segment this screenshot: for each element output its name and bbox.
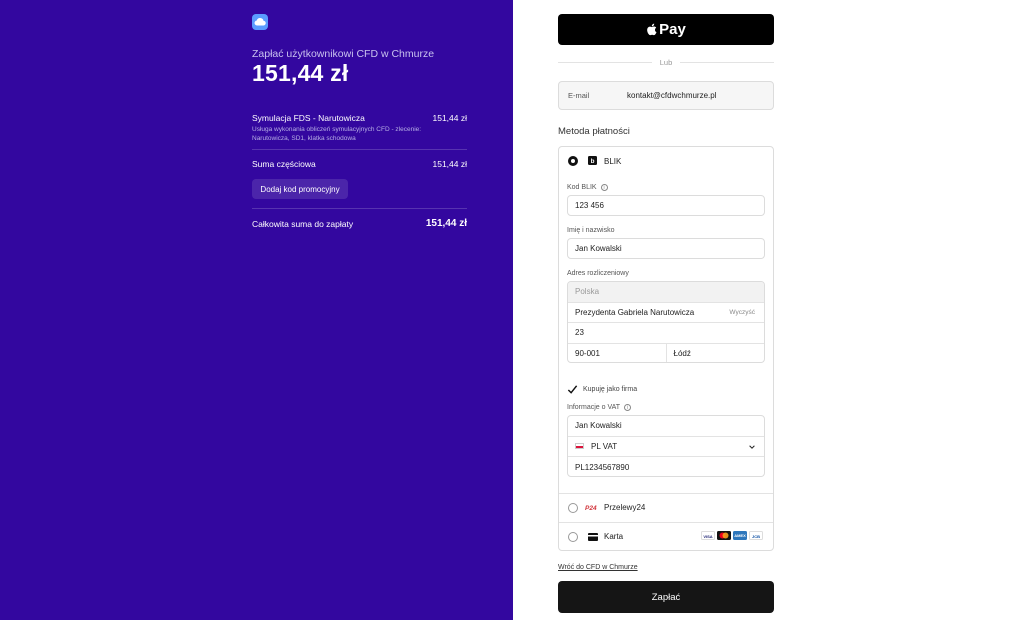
email-field[interactable]: E-mail kontakt@cfdwchmurze.pl — [558, 81, 774, 110]
visa-icon: VISA — [701, 531, 715, 540]
przelewy24-radio[interactable] — [568, 503, 578, 513]
apple-icon — [647, 23, 657, 36]
svg-text:b: b — [591, 158, 595, 165]
vat-info-label: Informacje o VAT i — [567, 404, 632, 411]
cloud-icon — [252, 14, 268, 30]
blik-radio[interactable] — [568, 156, 578, 166]
street-value: Prezydenta Gabriela Narutowicza — [575, 307, 695, 317]
postal-city-row: 90-001 Łódź — [568, 343, 765, 363]
pay-to-label: Zapłać użytkownikowi CFD w Chmurze — [252, 48, 435, 60]
payment-method-title: Metoda płatności — [558, 126, 630, 137]
item-description: Usługa wykonania obliczeń symulacyjnych … — [252, 126, 422, 142]
apple-pay-button[interactable]: Pay — [558, 14, 774, 45]
checkout-panel: Pay Lub E-mail kontakt@cfdwchmurze.pl Me… — [513, 0, 1024, 620]
info-icon[interactable]: i — [600, 184, 608, 191]
back-link[interactable]: Wróć do CFD w Chmurze — [558, 564, 638, 571]
chevron-down-icon — [749, 445, 755, 449]
poland-flag-icon — [575, 443, 584, 450]
email-label: E-mail — [568, 91, 590, 100]
vat-info: Jan Kowalski PL VAT PL1234567890 — [567, 415, 765, 477]
przelewy24-label: Przelewy24 — [604, 503, 646, 512]
card-radio[interactable] — [568, 532, 578, 542]
subtotal-label: Suma częściowa — [252, 159, 316, 169]
credit-card-icon — [588, 533, 598, 541]
divider — [252, 149, 467, 150]
card-brands: VISA AMEX JCB — [701, 531, 763, 540]
blik-code-label: Kod BLIK i — [567, 184, 608, 191]
total-row: Całkowita suma do zapłaty 151,44 zł — [252, 218, 467, 229]
total-value: 151,44 zł — [425, 218, 467, 229]
city-input[interactable]: Łódź — [667, 344, 765, 363]
divider — [559, 493, 773, 494]
subtotal-row: Suma częściowa 151,44 zł — [252, 159, 467, 169]
apple-pay-label: Pay — [659, 21, 686, 38]
company-checkbox[interactable] — [567, 384, 578, 395]
line-item: Symulacja FDS - Narutowicza 151,44 zł Us… — [252, 113, 467, 143]
divider — [252, 208, 467, 209]
name-input[interactable]: Jan Kowalski — [567, 238, 765, 259]
clear-address-button[interactable]: Wyczyść — [729, 309, 755, 316]
mastercard-icon — [717, 531, 731, 540]
add-promo-code-button[interactable]: Dodaj kod promocyjny — [252, 179, 348, 199]
svg-text:P24: P24 — [585, 505, 597, 512]
billing-address: Polska Prezydenta Gabriela Narutowicza W… — [567, 281, 765, 363]
blik-icon: b — [588, 156, 597, 165]
total-amount-header: 151,44 zł — [252, 60, 349, 86]
jcb-icon: JCB — [749, 531, 763, 540]
payment-methods: b BLIK Kod BLIK i 123 456 Imię i nazwisko… — [558, 146, 774, 551]
order-summary-panel: Zapłać użytkownikowi CFD w Chmurze 151,4… — [0, 0, 513, 620]
street-input[interactable]: Prezydenta Gabriela Narutowicza Wyczyść — [568, 303, 764, 323]
email-value: kontakt@cfdwchmurze.pl — [627, 91, 717, 100]
or-divider: Lub — [558, 58, 775, 67]
blik-label: BLIK — [604, 157, 622, 166]
total-label: Całkowita suma do zapłaty — [252, 218, 354, 229]
blik-code-input[interactable]: 123 456 — [567, 195, 765, 216]
info-icon[interactable]: i — [624, 404, 632, 411]
or-label: Lub — [659, 58, 673, 67]
postal-code-input[interactable]: 90-001 — [568, 343, 667, 362]
card-label: Karta — [604, 532, 624, 541]
item-name: Symulacja FDS - Narutowicza — [252, 113, 365, 123]
name-label: Imię i nazwisko — [567, 227, 615, 234]
amex-icon: AMEX — [733, 531, 747, 540]
item-price: 151,44 zł — [432, 113, 468, 123]
przelewy24-icon: P24 — [585, 505, 597, 512]
subtotal-value: 151,44 zł — [432, 159, 468, 169]
vat-number-input[interactable]: PL1234567890 — [568, 457, 764, 476]
vat-type-select[interactable]: PL VAT — [568, 437, 764, 458]
vat-type-value: PL VAT — [591, 441, 618, 451]
divider — [559, 522, 773, 523]
pay-button[interactable]: Zapłać — [558, 581, 774, 613]
vat-name-input[interactable]: Jan Kowalski — [568, 416, 764, 437]
billing-address-label: Adres rozliczeniowy — [567, 270, 629, 277]
company-checkbox-label: Kupuję jako firma — [583, 386, 638, 393]
country-select[interactable]: Polska — [568, 282, 764, 303]
house-number-input[interactable]: 23 — [568, 323, 764, 344]
